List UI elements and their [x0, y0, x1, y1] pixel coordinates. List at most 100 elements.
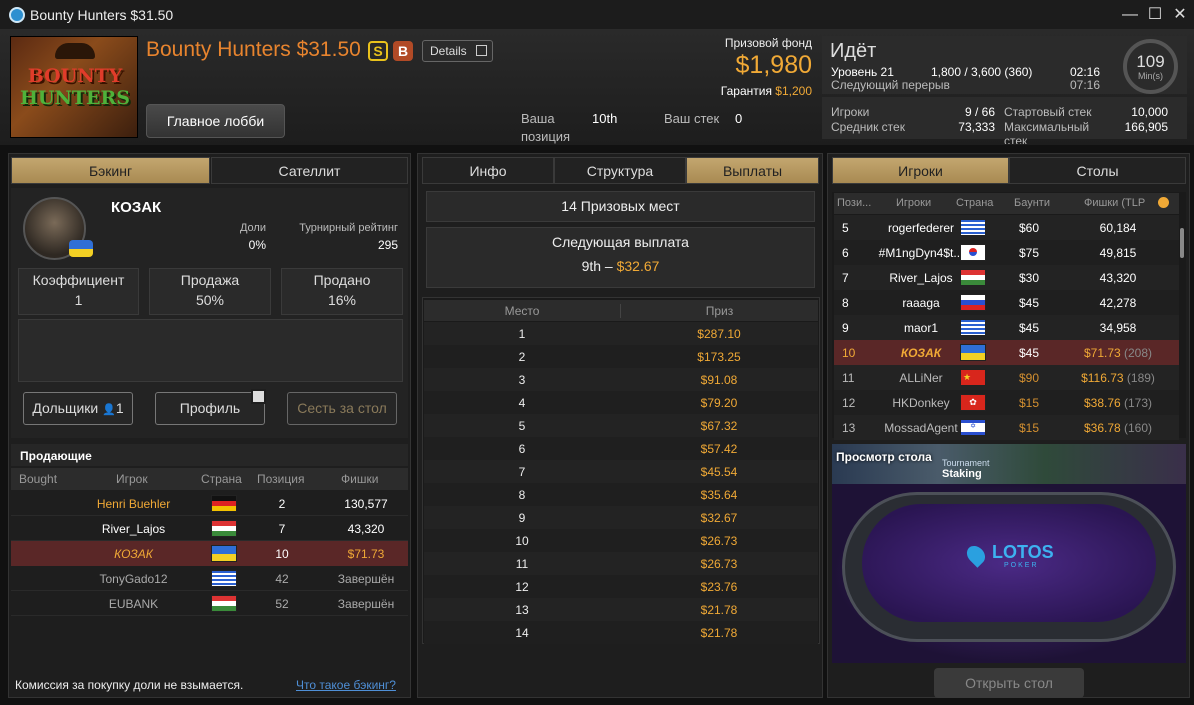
tab-info[interactable]: Инфо: [422, 157, 554, 184]
flag-icon: [211, 520, 237, 537]
col-chips[interactable]: Фишки: [341, 472, 378, 486]
payout-row: 2 $173.25: [424, 345, 818, 368]
player-chips-value: 42,278: [1099, 296, 1137, 310]
what-is-backing-link[interactable]: Что такое бэкинг?: [296, 678, 396, 692]
next-payout-place: 9th –: [581, 258, 613, 274]
profile-label: Профиль: [179, 400, 241, 416]
seller-row[interactable]: Henri Buehler 2 130,577: [11, 491, 408, 516]
stack-value: 0: [735, 111, 743, 126]
col-country[interactable]: Страна: [201, 472, 242, 486]
clock-value: 109: [1136, 52, 1165, 71]
player-chips-value: 34,958: [1099, 321, 1137, 335]
col-place[interactable]: Место: [424, 304, 620, 318]
payout-row: 3 $91.08: [424, 368, 818, 391]
col-pos[interactable]: Пози...: [837, 197, 871, 209]
payout-row: 1 $287.10: [424, 322, 818, 345]
flag-icon: [211, 570, 237, 587]
player-chips-value: $36.78: [1083, 421, 1121, 435]
profile-button[interactable]: Профиль: [155, 392, 265, 425]
coefficient-label: Коэффициент: [32, 272, 125, 288]
payout-row: 5 $67.32: [424, 414, 818, 437]
payout-value: $21.78: [700, 603, 738, 617]
col-prize[interactable]: Приз: [620, 304, 818, 318]
maximize-button[interactable]: ☐: [1145, 5, 1165, 25]
player-row[interactable]: 11 ALLiNer ★ $90 $116.73 (189): [834, 365, 1179, 390]
payout-place: 2: [518, 350, 526, 364]
col-chips-tlp[interactable]: Фишки (TLP: [1084, 197, 1145, 209]
player-row[interactable]: 5 rogerfederer $60 60,184: [834, 215, 1179, 240]
col-country[interactable]: Страна: [956, 197, 993, 209]
seller-chips: Завершён: [337, 572, 395, 586]
lotos-logo-subtext: POKER: [1004, 562, 1039, 569]
close-button[interactable]: ✕: [1170, 5, 1190, 25]
main-lobby-button[interactable]: Главное лобби: [146, 104, 285, 138]
player-chips-value: 49,815: [1099, 246, 1137, 260]
player-row[interactable]: 13 MossadAgent ✡ $15 $36.78 (160): [834, 415, 1179, 440]
player-pos: 8: [842, 296, 849, 310]
clock-icon: 109 Min(s): [1123, 39, 1178, 94]
payout-value: $57.42: [700, 442, 738, 456]
col-players[interactable]: Игроки: [896, 197, 931, 209]
player-row[interactable]: 7 River_Lajos $30 43,320: [834, 265, 1179, 290]
payout-value: $26.73: [700, 557, 738, 571]
player-chips: 49,815: [1062, 246, 1174, 260]
shareholders-label: Дольщики: [32, 400, 99, 416]
tab-satellite[interactable]: Сателлит: [211, 157, 408, 184]
clock-unit: Min(s): [1138, 71, 1163, 81]
seller-name: EUBANK: [108, 597, 159, 611]
sit-at-table-button[interactable]: Сесть за стол: [287, 392, 397, 425]
tab-players[interactable]: Игроки: [832, 157, 1009, 184]
details-button[interactable]: Details: [422, 40, 493, 62]
open-table-button[interactable]: Открыть стол: [934, 668, 1084, 698]
col-bounty[interactable]: Баунти: [1014, 197, 1050, 209]
seller-row[interactable]: КОЗАК 10 $71.73: [11, 541, 408, 566]
shares-value: 0%: [248, 238, 266, 252]
tab-structure[interactable]: Структура: [554, 157, 686, 184]
payout-row: 12 $23.76: [424, 575, 818, 598]
payout-row: 14 $21.78: [424, 621, 818, 644]
col-position[interactable]: Позиция: [257, 472, 304, 486]
player-row[interactable]: 8 raaaga $45 42,278: [834, 290, 1179, 315]
shareholders-button[interactable]: Дольщики 👤1: [23, 392, 133, 425]
seller-row[interactable]: River_Lajos 7 43,320: [11, 516, 408, 541]
player-bounty: $75: [1019, 246, 1040, 260]
flag-icon: [211, 545, 237, 562]
payout-place: 12: [515, 580, 529, 594]
tab-payouts[interactable]: Выплаты: [686, 157, 819, 184]
scrollbar[interactable]: [1180, 228, 1184, 258]
player-chips: $116.73 (189): [1062, 371, 1174, 385]
coefficient-box: Коэффициент 1: [18, 268, 139, 315]
player-row[interactable]: 10 КОЗАК $45 $71.73 (208): [834, 340, 1179, 365]
player-bounty: $45: [1019, 296, 1040, 310]
player-pos: 7: [842, 271, 849, 285]
user-icon: 👤: [102, 404, 116, 416]
sale-label: Продажа: [180, 272, 240, 288]
flag-icon: [960, 319, 986, 336]
flag-icon: ✡: [960, 419, 986, 436]
payout-place: 5: [518, 419, 526, 433]
payout-row: 7 $45.54: [424, 460, 818, 483]
coefficient-value: 1: [74, 292, 83, 308]
tab-backing[interactable]: Бэкинг: [11, 157, 210, 184]
seller-row[interactable]: EUBANK 52 Завершён: [11, 591, 408, 616]
player-chips-extra: (173): [1124, 396, 1153, 410]
seller-row[interactable]: TonyGado12 42 Завершён: [11, 566, 408, 591]
seller-position: 52: [275, 597, 289, 611]
player-row[interactable]: 9 maor1 $45 34,958: [834, 315, 1179, 340]
col-bought[interactable]: Bought: [19, 472, 57, 486]
player-row[interactable]: 6 #M1ngDyn4$t... $75 49,815: [834, 240, 1179, 265]
sellers-list: Henri Buehler 2 130,577 River_Lajos 7 43,320 К…: [11, 491, 408, 616]
player-chips: 42,278: [1062, 296, 1174, 310]
tab-tables[interactable]: Столы: [1009, 157, 1186, 184]
payout-place: 6: [518, 442, 526, 456]
player-row[interactable]: 12 HKDonkey ✿ $15 $38.76 (173): [834, 390, 1179, 415]
sale-value: 50%: [195, 292, 225, 308]
minimize-button[interactable]: —: [1120, 5, 1140, 25]
col-player[interactable]: Игрок: [116, 472, 148, 486]
players-columns: Пози... Игроки Страна Баунти Фишки (TLP: [834, 193, 1179, 214]
flag-icon: [960, 269, 986, 286]
player-bounty: $45: [1019, 346, 1040, 360]
payout-row: 11 $26.73: [424, 552, 818, 575]
payout-value: $79.20: [700, 396, 738, 410]
table-preview: Tournament Staking LOTOS POKER: [832, 444, 1186, 663]
